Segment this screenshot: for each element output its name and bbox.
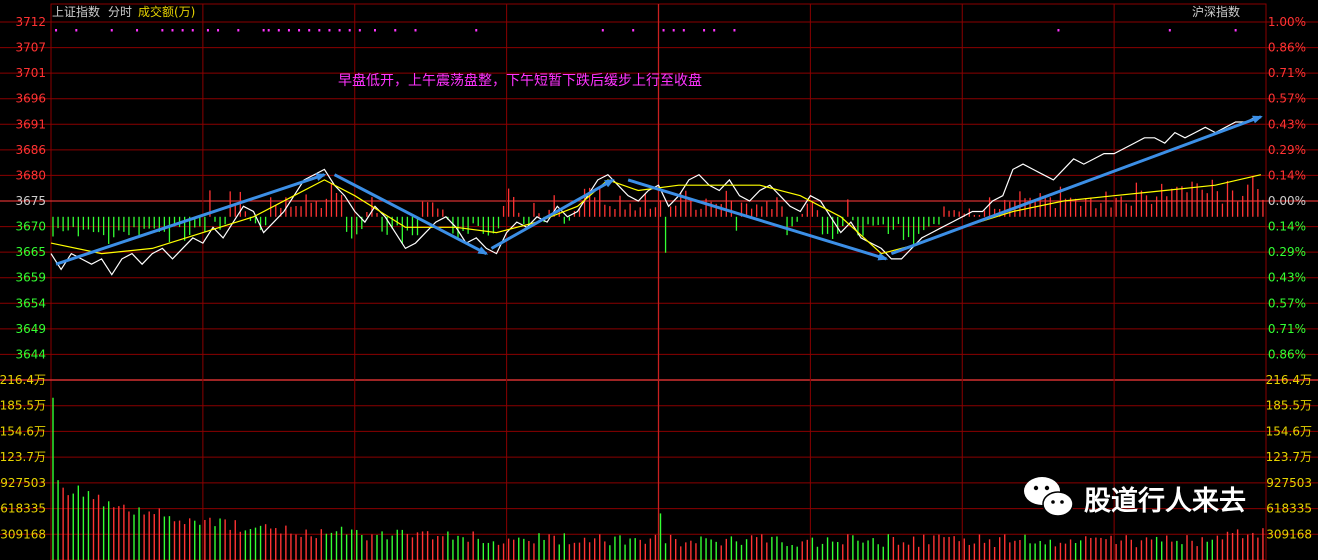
volume-tick-label-right: 154.6万 — [1266, 424, 1312, 438]
price-tick-label: 3696 — [15, 92, 46, 106]
trend-arrow — [55, 173, 327, 266]
event-marker — [298, 29, 301, 32]
price-tick-label: 3644 — [15, 347, 46, 361]
event-marker — [414, 29, 417, 32]
event-markers — [55, 29, 1237, 32]
event-marker — [171, 29, 174, 32]
event-marker — [682, 29, 685, 32]
event-marker — [394, 29, 397, 32]
event-marker — [181, 29, 184, 32]
event-marker — [161, 29, 164, 32]
volume-tick-label: 154.6万 — [0, 424, 46, 438]
event-marker — [267, 29, 270, 32]
event-marker — [632, 29, 635, 32]
price-tick-label: 3659 — [15, 271, 46, 285]
price-tick-label: 3649 — [15, 322, 46, 336]
event-marker — [110, 29, 113, 32]
event-marker — [136, 29, 139, 32]
percent-tick-label: 0.71% — [1268, 66, 1306, 80]
event-marker — [262, 29, 265, 32]
event-marker — [672, 29, 675, 32]
percent-tick-label: 0.00% — [1268, 194, 1306, 208]
percent-tick-label: 0.14% — [1268, 220, 1306, 234]
chart-annotation: 早盘低开，上午震荡盘整，下午短暂下跌后缓步上行至收盘 — [338, 72, 702, 89]
event-marker — [237, 29, 240, 32]
percent-tick-label: 0.71% — [1268, 322, 1306, 336]
percent-tick-label: 1.00% — [1268, 15, 1306, 29]
left-price-axis: 3712 3707 3701 3696 3691 3686 3680 3675 3670 3665… — [15, 15, 46, 361]
price-tick-label: 3686 — [15, 143, 46, 157]
mode-label[interactable]: 分时 — [108, 5, 132, 19]
price-tick-label: 3675 — [15, 194, 46, 208]
event-marker — [217, 29, 220, 32]
event-marker — [348, 29, 351, 32]
volume-tick-label: 618335 — [0, 502, 46, 516]
price-tick-label: 3654 — [15, 296, 46, 310]
price-line — [50, 116, 1261, 276]
percent-tick-label: 0.57% — [1268, 92, 1306, 106]
price-tick-label: 3670 — [15, 220, 46, 234]
volume-unit-label: 成交额(万) — [138, 4, 195, 19]
volume-tick-label-right: 618335 — [1266, 502, 1312, 516]
trend-arrow — [890, 115, 1263, 256]
volume-tick-label-right: 123.7万 — [1266, 450, 1312, 464]
event-marker — [338, 29, 341, 32]
event-marker — [206, 29, 209, 32]
volume-tick-label-right: 927503 — [1266, 476, 1312, 490]
price-tick-label: 3680 — [15, 168, 46, 182]
event-marker — [713, 29, 716, 32]
percent-tick-label: 0.43% — [1268, 271, 1306, 285]
event-marker — [55, 29, 58, 32]
event-marker — [287, 29, 290, 32]
event-marker — [662, 29, 665, 32]
right-index-title[interactable]: 沪深指数 — [1192, 4, 1240, 19]
watermark-text: 股道行人来去 — [1084, 485, 1246, 517]
price-tick-label: 3712 — [15, 15, 46, 29]
event-marker — [733, 29, 736, 32]
event-marker — [308, 29, 311, 32]
event-marker — [191, 29, 194, 32]
right-percent-axis: 1.00% 0.86% 0.71% 0.57% 0.43% 0.29% 0.14% 0.00%… — [1268, 15, 1306, 361]
percent-tick-label: 0.29% — [1268, 143, 1306, 157]
volume-tick-label-right: 309168 — [1266, 527, 1312, 541]
event-marker — [277, 29, 280, 32]
volume-tick-label: 123.7万 — [0, 450, 46, 464]
event-marker — [1168, 29, 1171, 32]
trend-arrow — [627, 178, 889, 261]
event-marker — [328, 29, 331, 32]
percent-tick-label: 0.29% — [1268, 245, 1306, 259]
price-lines — [50, 116, 1262, 276]
event-marker — [318, 29, 321, 32]
volume-tick-label: 927503 — [0, 476, 46, 490]
volume-tick-label: 309168 — [0, 527, 46, 541]
price-tick-label: 3665 — [15, 245, 46, 259]
volume-tick-label: 185.5万 — [0, 399, 46, 413]
event-marker — [703, 29, 706, 32]
percent-tick-label: 0.86% — [1268, 41, 1306, 55]
percent-tick-label: 0.86% — [1268, 347, 1306, 361]
event-marker — [1234, 29, 1237, 32]
percent-tick-label: 0.43% — [1268, 117, 1306, 131]
index-name: 上证指数 — [52, 4, 100, 19]
event-marker — [75, 29, 78, 32]
volume-tick-label: 216.4万 — [0, 373, 46, 387]
percent-tick-label: 0.57% — [1268, 296, 1306, 310]
price-tick-label: 3691 — [15, 117, 46, 131]
event-marker — [601, 29, 604, 32]
intraday-chart: 3712 3707 3701 3696 3691 3686 3680 3675 3670 3665… — [0, 3, 1318, 560]
price-tick-label: 3701 — [15, 66, 46, 80]
volume-tick-label-right: 185.5万 — [1266, 399, 1312, 413]
event-marker — [475, 29, 478, 32]
event-marker — [1057, 29, 1060, 32]
event-marker — [374, 29, 376, 32]
volume-tick-label-right: 216.4万 — [1266, 373, 1312, 387]
event-marker — [358, 29, 361, 32]
percent-tick-label: 0.14% — [1268, 168, 1306, 182]
price-tick-label: 3707 — [15, 41, 46, 55]
